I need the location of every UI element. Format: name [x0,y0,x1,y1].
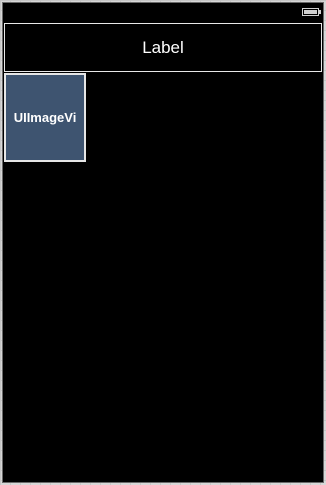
status-bar [3,3,323,21]
label-element[interactable]: Label [4,23,322,72]
label-text: Label [142,37,184,57]
image-view-text: UIImageVi [13,110,77,125]
battery-icon [302,8,321,16]
design-canvas: Label UIImageVi [0,0,326,485]
device-screen: Label UIImageVi [2,2,324,483]
image-view-element[interactable]: UIImageVi [4,73,86,162]
